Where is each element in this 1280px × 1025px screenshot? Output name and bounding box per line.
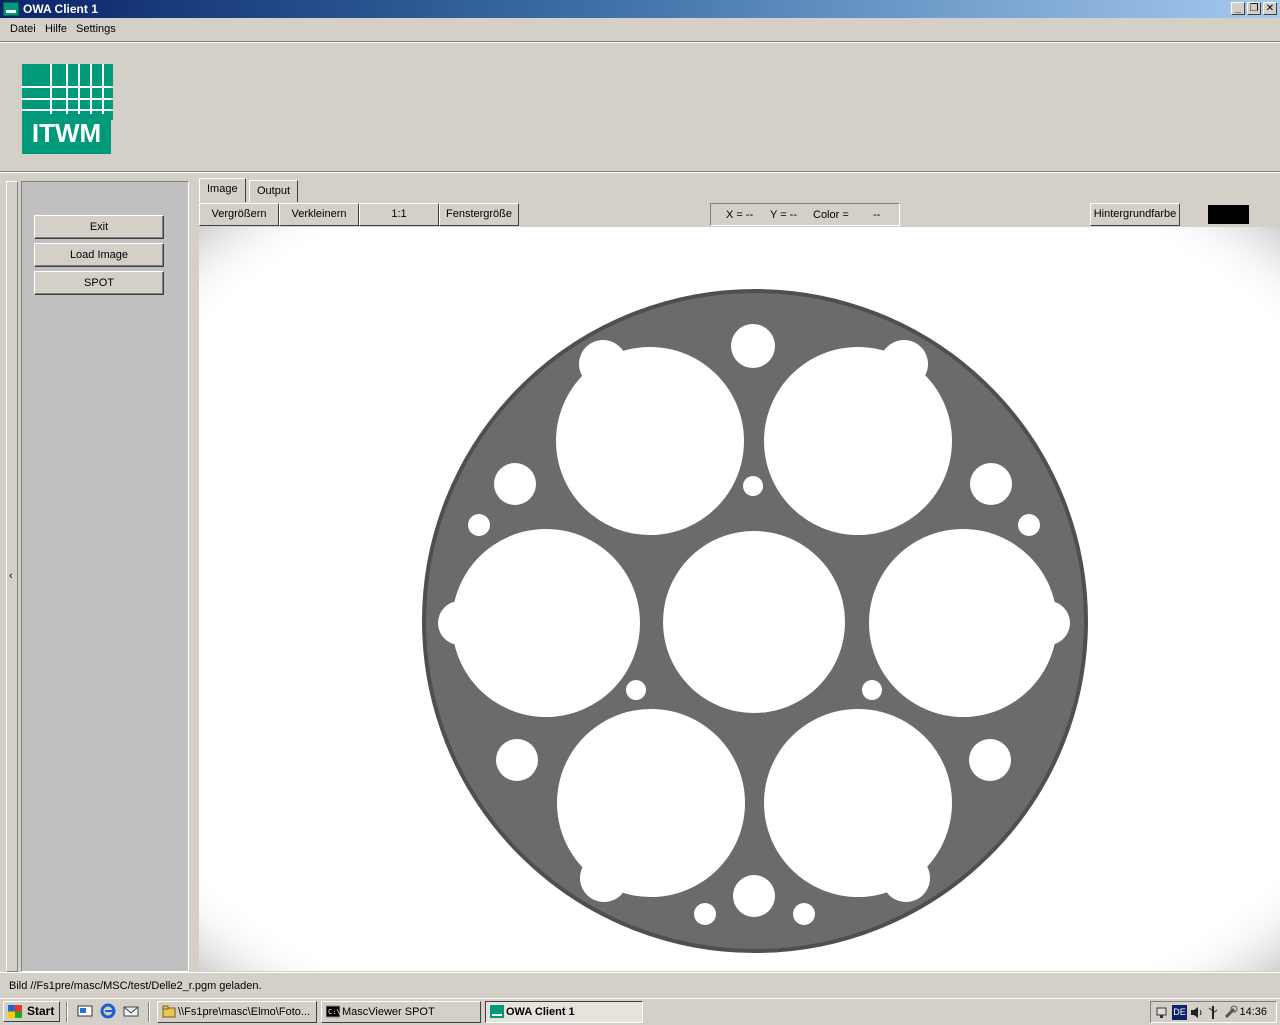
header-separator	[0, 171, 1280, 173]
restore-button[interactable]: ❐	[1247, 2, 1261, 15]
taskbar-separator	[148, 1002, 150, 1022]
start-label: Start	[27, 1004, 55, 1018]
show-desktop-icon[interactable]	[76, 1003, 93, 1020]
internet-explorer-icon[interactable]	[99, 1003, 116, 1020]
task-label: MascViewer SPOT	[342, 1006, 435, 1018]
fit-window-button[interactable]: Fenstergröße	[439, 203, 519, 226]
menu-datei[interactable]: Datei	[10, 23, 36, 35]
disc-part	[422, 289, 1088, 953]
start-button[interactable]: Start	[3, 1001, 60, 1022]
x-readout: X = --	[726, 209, 754, 221]
task-label: OWA Client 1	[506, 1006, 575, 1018]
menu-hilfe[interactable]: Hilfe	[45, 23, 67, 35]
status-bar: Bild //Fs1pre/masc/MSC/test/Delle2_r.pgm…	[0, 972, 1280, 998]
color-readout-label: Color =	[813, 209, 849, 221]
folder-icon	[162, 1005, 176, 1018]
itwm-app-icon	[3, 2, 19, 16]
task-folder-window[interactable]: \\Fs1pre\masc\Elmo\Foto...	[157, 1001, 317, 1023]
background-color-swatch	[1208, 205, 1249, 224]
usb-icon[interactable]	[1206, 1005, 1221, 1020]
actual-size-button[interactable]: 1:1	[359, 203, 439, 226]
zoom-out-button[interactable]: Verkleinern	[279, 203, 359, 226]
menu-separator	[0, 41, 1280, 43]
panel-collapse-handle[interactable]: ‹	[6, 181, 18, 972]
menu-settings[interactable]: Settings	[76, 23, 116, 35]
system-tray: DE 14:36	[1150, 1001, 1277, 1023]
window-title: OWA Client 1	[23, 2, 98, 16]
image-viewport[interactable]	[199, 227, 1280, 971]
windows-flag-icon	[8, 1005, 22, 1018]
title-bar: OWA Client 1 _ ❐ ✕	[0, 0, 1280, 18]
load-image-button[interactable]: Load Image	[34, 243, 164, 267]
tool-icon[interactable]	[1223, 1005, 1238, 1020]
task-label: \\Fs1pre\masc\Elmo\Foto...	[178, 1006, 311, 1018]
network-icon[interactable]	[1155, 1005, 1170, 1020]
logo-grid	[22, 64, 113, 120]
coordinate-readout: X = -- Y = -- Color = --	[710, 203, 900, 226]
minimize-button[interactable]: _	[1231, 2, 1245, 15]
clock: 14:36	[1239, 1006, 1267, 1018]
volume-icon[interactable]	[1189, 1005, 1204, 1020]
close-button[interactable]: ✕	[1263, 2, 1277, 15]
tab-output[interactable]: Output	[249, 180, 299, 202]
loaded-image	[199, 227, 1280, 971]
itwm-logo: ITWM	[22, 64, 113, 154]
task-owa-client[interactable]: OWA Client 1	[485, 1001, 643, 1023]
zoom-in-button[interactable]: Vergrößern	[199, 203, 279, 226]
background-color-button[interactable]: Hintergrundfarbe	[1090, 203, 1180, 226]
y-readout: Y = --	[770, 209, 798, 221]
color-readout-value: --	[873, 209, 881, 221]
svg-text:C:\: C:\	[328, 1008, 340, 1016]
taskbar-separator	[66, 1002, 68, 1022]
outlook-express-icon[interactable]	[122, 1003, 139, 1020]
menu-bar: Datei Hilfe Settings	[0, 19, 1280, 41]
spot-button[interactable]: SPOT	[34, 271, 164, 295]
chevron-left-icon: ‹	[9, 570, 13, 582]
taskbar: Start \\Fs1pre\masc\Elmo\Foto... C:\ Mas…	[0, 998, 1280, 1024]
logo-text: ITWM	[31, 118, 102, 148]
language-indicator[interactable]: DE	[1172, 1005, 1187, 1020]
itwm-app-icon	[490, 1005, 504, 1018]
left-panel: Exit Load Image SPOT	[21, 181, 189, 972]
status-message: Bild //Fs1pre/masc/MSC/test/Delle2_r.pgm…	[9, 980, 262, 992]
exit-button[interactable]: Exit	[34, 215, 164, 239]
console-icon: C:\	[326, 1005, 340, 1018]
task-mascviewer-spot[interactable]: C:\ MascViewer SPOT	[321, 1001, 481, 1023]
tab-image[interactable]: Image	[199, 178, 246, 202]
